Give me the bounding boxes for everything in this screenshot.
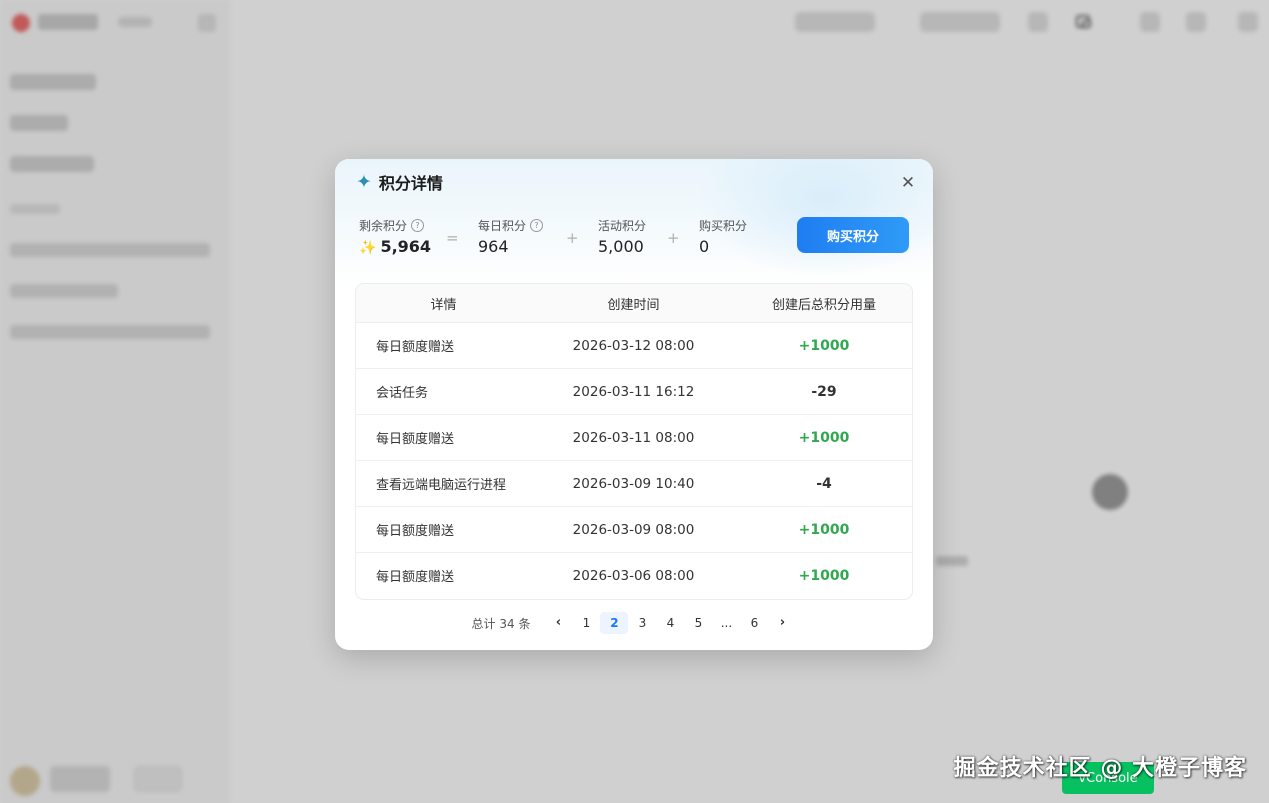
pagination: 总计 34 条 ‹ 1 2 3 4 5 ... 6 › [335,612,933,634]
cell-change: +1000 [798,521,850,538]
stat-purchased-value: 0 [699,237,710,256]
buy-points-button[interactable]: 购买积分 [797,217,909,253]
stat-remaining-label: 剩余积分 [359,218,408,233]
cell-change: +1000 [798,567,850,584]
page-4[interactable]: 4 [656,612,684,634]
cell-time: 2026-03-09 08:00 [572,521,695,538]
cell-time: 2026-03-11 08:00 [572,429,695,446]
points-detail-modal: ✦ 积分详情 ✕ 剩余积分 ? ✨ 5,964 = 每日积分 ? 964 + 活动… [335,159,933,650]
table-header: 详情 创建时间 创建后总积分用量 [356,284,912,323]
modal-title: 积分详情 [378,174,443,193]
cell-detail: 每日额度赠送 [376,524,455,539]
points-table: 详情 创建时间 创建后总积分用量 每日额度赠送 2026-03-12 08:00… [355,283,913,600]
plus-sign: + [667,229,680,247]
page-ellipsis[interactable]: ... [712,612,740,634]
cell-detail: 每日额度赠送 [376,432,455,447]
stat-purchased: 购买积分 0 [699,217,747,257]
stat-daily-value: 964 [478,237,509,256]
page-2[interactable]: 2 [600,612,629,634]
column-header-time: 创建时间 [607,297,660,313]
cell-time: 2026-03-09 10:40 [572,475,695,492]
cell-detail: 每日额度赠送 [376,340,455,355]
column-header-usage: 创建后总积分用量 [771,297,876,313]
next-page-icon[interactable]: › [768,612,796,634]
stat-daily: 每日积分 ? 964 [478,217,544,257]
table-row: 每日额度赠送 2026-03-06 08:00 +1000 [356,553,912,598]
cell-change: -4 [816,475,832,492]
prev-page-icon[interactable]: ‹ [544,612,572,634]
table-row: 查看远端电脑运行进程 2026-03-09 10:40 -4 [356,461,912,507]
page-5[interactable]: 5 [684,612,712,634]
cell-time: 2026-03-11 16:12 [572,383,695,400]
table-row: 每日额度赠送 2026-03-12 08:00 +1000 [356,323,912,369]
page-1[interactable]: 1 [572,612,600,634]
stat-activity: 活动积分 5,000 [598,217,646,257]
plus-sign: + [566,229,579,247]
modal-title-row: ✦ 积分详情 [356,170,443,194]
table-row: 每日额度赠送 2026-03-11 08:00 +1000 [356,415,912,461]
help-icon[interactable]: ? [530,218,544,232]
page-3[interactable]: 3 [628,612,656,634]
sparkles-icon: ✨ [359,240,377,256]
cell-change: -29 [811,383,837,400]
cell-detail: 每日额度赠送 [376,570,455,585]
page-6[interactable]: 6 [740,612,768,634]
table-row: 会话任务 2026-03-11 16:12 -29 [356,369,912,415]
stat-remaining-value: 5,964 [380,237,432,256]
cell-detail: 查看远端电脑运行进程 [376,478,507,493]
stat-daily-label: 每日积分 [478,218,527,233]
cell-time: 2026-03-12 08:00 [572,337,695,354]
cell-change: +1000 [798,337,850,354]
stat-purchased-label: 购买积分 [699,218,748,233]
cell-change: +1000 [798,429,850,446]
close-icon[interactable]: ✕ [899,174,917,192]
watermark: 掘金技术社区 @ 大橙子博客 [953,756,1247,781]
cell-detail: 会话任务 [376,386,429,401]
help-icon[interactable]: ? [411,218,425,232]
stat-activity-value: 5,000 [598,237,644,256]
cell-time: 2026-03-06 08:00 [572,567,695,584]
column-header-detail: 详情 [430,297,457,313]
sparkle-icon: ✦ [356,171,372,193]
pagination-total: 总计 34 条 [471,616,531,631]
table-row: 每日额度赠送 2026-03-09 08:00 +1000 [356,507,912,553]
stat-activity-label: 活动积分 [598,218,647,233]
equals-sign: = [446,229,459,247]
stat-remaining: 剩余积分 ? ✨ 5,964 [359,217,431,257]
